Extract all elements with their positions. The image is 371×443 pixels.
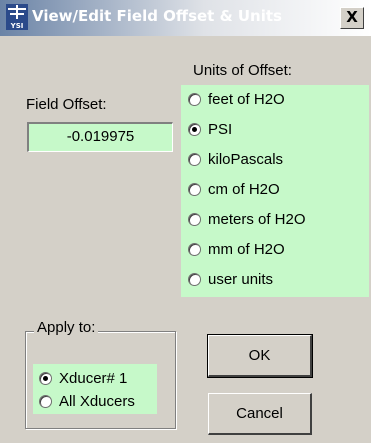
cancel-button[interactable]: Cancel <box>208 393 312 435</box>
radio-button[interactable] <box>188 242 201 256</box>
apply-to-radio-group: Xducer# 1 All Xducers <box>33 364 157 414</box>
unit-option-feet-h2o[interactable]: feet of H2O <box>188 88 285 110</box>
ysi-app-icon: YSI <box>6 4 28 30</box>
radio-button[interactable] <box>188 182 201 196</box>
field-offset-label: Field Offset: <box>26 96 107 113</box>
unit-option-label: meters of H2O <box>208 210 306 228</box>
apply-option-all-xducers[interactable]: All Xducers <box>39 390 135 412</box>
ok-button[interactable]: OK <box>207 334 313 378</box>
field-offset-input[interactable]: -0.019975 <box>27 122 173 152</box>
radio-button[interactable] <box>39 394 52 408</box>
units-heading: Units of Offset: <box>193 62 292 79</box>
unit-option-meters-h2o[interactable]: meters of H2O <box>188 208 306 230</box>
unit-option-label: mm of H2O <box>208 240 285 258</box>
radio-button[interactable] <box>188 152 201 166</box>
radio-button[interactable] <box>188 212 201 226</box>
apply-option-label: Xducer# 1 <box>59 369 128 387</box>
dialog-window: YSI View/Edit Field Offset & Units X Uni… <box>0 0 371 443</box>
svg-text:YSI: YSI <box>10 22 24 30</box>
unit-option-kilopascals[interactable]: kiloPascals <box>188 148 283 170</box>
unit-option-mm-h2o[interactable]: mm of H2O <box>188 238 285 260</box>
units-radio-group: feet of H2O PSI kiloPascals cm of H2O me… <box>181 85 369 297</box>
unit-option-psi[interactable]: PSI <box>188 118 232 140</box>
radio-button-selected[interactable] <box>188 122 201 136</box>
apply-to-legend: Apply to: <box>34 319 99 336</box>
title-bar[interactable]: YSI View/Edit Field Offset & Units X <box>0 0 371 36</box>
close-button[interactable]: X <box>340 7 364 29</box>
unit-option-label: cm of H2O <box>208 180 280 198</box>
apply-option-label: All Xducers <box>59 392 135 410</box>
apply-option-xducer-1[interactable]: Xducer# 1 <box>39 367 127 389</box>
unit-option-label: feet of H2O <box>208 90 285 108</box>
radio-button[interactable] <box>188 272 201 286</box>
window-title: View/Edit Field Offset & Units <box>32 7 282 25</box>
unit-option-label: kiloPascals <box>208 150 284 168</box>
unit-option-label: PSI <box>208 120 233 138</box>
unit-option-cm-h2o[interactable]: cm of H2O <box>188 178 280 200</box>
unit-option-user-units[interactable]: user units <box>188 268 273 290</box>
radio-button[interactable] <box>188 92 201 106</box>
radio-button-selected[interactable] <box>39 371 52 385</box>
unit-option-label: user units <box>208 270 274 288</box>
